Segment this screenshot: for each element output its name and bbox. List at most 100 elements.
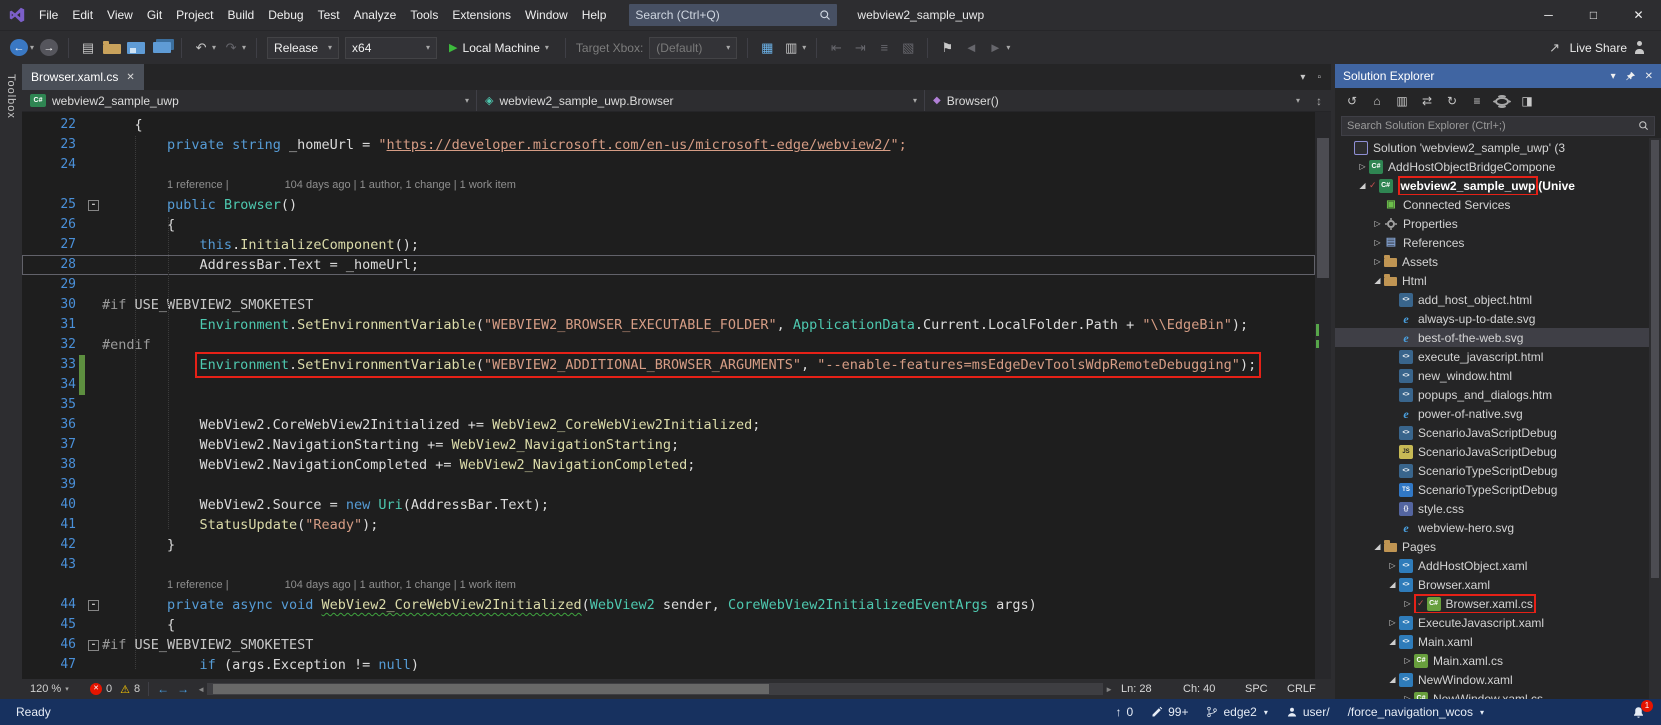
editor-vertical-scrollbar[interactable] bbox=[1315, 112, 1331, 679]
menu-git[interactable]: Git bbox=[140, 0, 169, 30]
menu-help[interactable]: Help bbox=[575, 0, 614, 30]
expand-arrow-icon[interactable]: ▷ bbox=[1386, 561, 1399, 570]
codelens-history[interactable]: 104 days ago | 1 author, 1 change | 1 wo… bbox=[285, 579, 516, 591]
scrollbar-thumb[interactable] bbox=[1651, 140, 1659, 578]
menu-file[interactable]: File bbox=[32, 0, 65, 30]
navigate-forward-icon[interactable]: → bbox=[177, 682, 189, 696]
code-line-43[interactable]: 43 bbox=[22, 555, 1315, 575]
branch-button[interactable]: edge2 ▾ bbox=[1206, 705, 1268, 719]
tree-item-addhostobjectbridgecompone[interactable]: ▷ C# AddHostObjectBridgeCompone bbox=[1335, 157, 1649, 176]
tree-item-executejavascript-xaml[interactable]: ▷ <> ExecuteJavascript.xaml bbox=[1335, 613, 1649, 632]
code-line-27[interactable]: 27 this.InitializeComponent(); bbox=[22, 235, 1315, 255]
horizontal-scrollbar[interactable]: ◄ ► bbox=[197, 683, 1113, 695]
minimize-button[interactable]: ─ bbox=[1526, 0, 1571, 30]
tree-item-scenariojavascriptdebug[interactable]: JS ScenarioJavaScriptDebug bbox=[1335, 442, 1649, 461]
scroll-left-icon[interactable]: ◄ bbox=[197, 685, 205, 694]
breakpoint-margin[interactable] bbox=[22, 215, 36, 235]
code-line-40[interactable]: 40 WebView2.Source = new Uri(AddressBar.… bbox=[22, 495, 1315, 515]
code-line-34[interactable]: 34 bbox=[22, 375, 1315, 395]
tree-item-pages[interactable]: ◢ Pages bbox=[1335, 537, 1649, 556]
collapse-region-icon[interactable]: - bbox=[88, 639, 99, 651]
se-refresh-button[interactable]: ↻ bbox=[1445, 94, 1459, 108]
block-icon[interactable]: ▧ bbox=[899, 39, 917, 57]
commits-ahead-button[interactable]: ↑ 0 bbox=[1115, 705, 1133, 719]
codelens-row[interactable]: 1 reference | 104 days ago | 1 author, 1 … bbox=[22, 575, 1315, 595]
expand-arrow-icon[interactable]: ▷ bbox=[1371, 219, 1384, 228]
expand-arrow-icon[interactable]: ▷ bbox=[1356, 162, 1369, 171]
tree-item-scenariotypescriptdebug[interactable]: <> ScenarioTypeScriptDebug bbox=[1335, 461, 1649, 480]
se-preview-button[interactable]: ◨ bbox=[1520, 94, 1534, 108]
tree-item-html[interactable]: ◢ Html bbox=[1335, 271, 1649, 290]
tree-item-main-xaml-cs[interactable]: ▷ C# Main.xaml.cs bbox=[1335, 651, 1649, 670]
navigate-backward-icon[interactable]: ← bbox=[157, 682, 169, 696]
breakpoint-margin[interactable] bbox=[22, 395, 36, 415]
se-home-button[interactable]: ⌂ bbox=[1370, 94, 1384, 108]
menu-extensions[interactable]: Extensions bbox=[445, 0, 518, 30]
breakpoint-margin[interactable] bbox=[22, 335, 36, 355]
breakpoint-margin[interactable] bbox=[22, 475, 36, 495]
code-line-41[interactable]: 41 StatusUpdate("Ready"); bbox=[22, 515, 1315, 535]
tree-item-connected-services[interactable]: ▣ Connected Services bbox=[1335, 195, 1649, 214]
breakpoint-margin[interactable] bbox=[22, 115, 36, 135]
warning-count[interactable]: ⚠ 8 bbox=[120, 683, 140, 696]
expand-arrow-icon[interactable]: ▷ bbox=[1371, 238, 1384, 247]
dropdown-caret-icon[interactable]: ▾ bbox=[1006, 43, 1010, 52]
document-list-chevron-icon[interactable]: ▾ bbox=[1300, 72, 1305, 83]
expand-arrow-icon[interactable]: ▷ bbox=[1401, 599, 1414, 608]
breakpoint-margin[interactable] bbox=[22, 575, 36, 595]
quick-search-input[interactable] bbox=[635, 8, 820, 22]
menu-analyze[interactable]: Analyze bbox=[347, 0, 404, 30]
pending-edits-button[interactable]: 99+ bbox=[1151, 705, 1188, 719]
code-line-28[interactable]: 28 AddressBar.Text = _homeUrl; bbox=[22, 255, 1315, 275]
repo-name-button[interactable]: /force_navigation_wcos ▾ bbox=[1348, 705, 1484, 719]
code-line-47[interactable]: 47 if (args.Exception != null) bbox=[22, 655, 1315, 675]
breakpoint-margin[interactable] bbox=[22, 455, 36, 475]
prev-bookmark-icon[interactable]: ◄ bbox=[962, 39, 980, 57]
code-line-38[interactable]: 38 WebView2.NavigationCompleted += WebVi… bbox=[22, 455, 1315, 475]
indent-icon[interactable]: ⇥ bbox=[851, 39, 869, 57]
code-line-30[interactable]: 30 #if USE_WEBVIEW2_SMOKETEST bbox=[22, 295, 1315, 315]
code-line-32[interactable]: 32 #endif bbox=[22, 335, 1315, 355]
tree-item-main-xaml[interactable]: ◢ <> Main.xaml bbox=[1335, 632, 1649, 651]
expand-arrow-icon[interactable]: ▷ bbox=[1371, 257, 1384, 266]
breadcrumb-member-dropdown[interactable]: ◆ Browser() ▾ bbox=[925, 90, 1307, 111]
new-item-icon[interactable]: ▤ bbox=[79, 39, 97, 57]
se-pending-changes-button[interactable]: ⇄ bbox=[1420, 94, 1434, 108]
tab-browser-xaml-cs[interactable]: Browser.xaml.cs ✕ bbox=[22, 64, 144, 90]
code-line-42[interactable]: 42 } bbox=[22, 535, 1315, 555]
menu-test[interactable]: Test bbox=[311, 0, 347, 30]
menu-tools[interactable]: Tools bbox=[403, 0, 445, 30]
scroll-right-icon[interactable]: ► bbox=[1105, 685, 1113, 694]
menu-edit[interactable]: Edit bbox=[65, 0, 100, 30]
breakpoint-margin[interactable] bbox=[22, 415, 36, 435]
collapse-arrow-icon[interactable]: ◢ bbox=[1386, 675, 1399, 684]
close-icon[interactable]: ✕ bbox=[126, 72, 134, 83]
breakpoint-margin[interactable] bbox=[22, 555, 36, 575]
outdent-icon[interactable]: ⇤ bbox=[827, 39, 845, 57]
breakpoint-margin[interactable] bbox=[22, 595, 36, 615]
menu-window[interactable]: Window bbox=[518, 0, 575, 30]
breakpoint-margin[interactable] bbox=[22, 295, 36, 315]
codelens-references[interactable]: 1 reference | bbox=[167, 579, 229, 591]
feedback-icon[interactable] bbox=[1633, 41, 1651, 54]
breakpoint-margin[interactable] bbox=[22, 615, 36, 635]
default-target-dropdown[interactable]: (Default) ▾ bbox=[649, 36, 738, 59]
live-share-icon[interactable]: ↗ bbox=[1546, 39, 1564, 57]
tree-item-execute-javascript-html[interactable]: <> execute_javascript.html bbox=[1335, 347, 1649, 366]
tree-item-power-of-native-svg[interactable]: e power-of-native.svg bbox=[1335, 404, 1649, 423]
split-editor-icon[interactable]: ↕ bbox=[1307, 94, 1331, 108]
collapse-arrow-icon[interactable]: ◢ bbox=[1386, 637, 1399, 646]
undo-icon[interactable]: ↶ bbox=[192, 39, 210, 57]
dropdown-caret-icon[interactable]: ▾ bbox=[212, 43, 216, 52]
redo-icon[interactable]: ↷ bbox=[222, 39, 240, 57]
codelens-history[interactable]: 104 days ago | 1 author, 1 change | 1 wo… bbox=[285, 179, 516, 191]
solution-explorer-header[interactable]: Solution Explorer ▾ ✕ bbox=[1335, 64, 1661, 88]
code-line-23[interactable]: 23 private string _homeUrl = "https://de… bbox=[22, 135, 1315, 155]
expand-arrow-icon[interactable]: ▷ bbox=[1386, 618, 1399, 627]
tree-item-browser-xaml[interactable]: ◢ <> Browser.xaml bbox=[1335, 575, 1649, 594]
tree-item-scenariotypescriptdebug[interactable]: TS ScenarioTypeScriptDebug bbox=[1335, 480, 1649, 499]
breadcrumb-project-dropdown[interactable]: C# webview2_sample_uwp ▾ bbox=[22, 90, 477, 111]
float-window-icon[interactable]: ▫ bbox=[1317, 72, 1321, 83]
code-line-31[interactable]: 31 Environment.SetEnvironmentVariable("W… bbox=[22, 315, 1315, 335]
tree-item-webview-hero-svg[interactable]: e webview-hero.svg bbox=[1335, 518, 1649, 537]
